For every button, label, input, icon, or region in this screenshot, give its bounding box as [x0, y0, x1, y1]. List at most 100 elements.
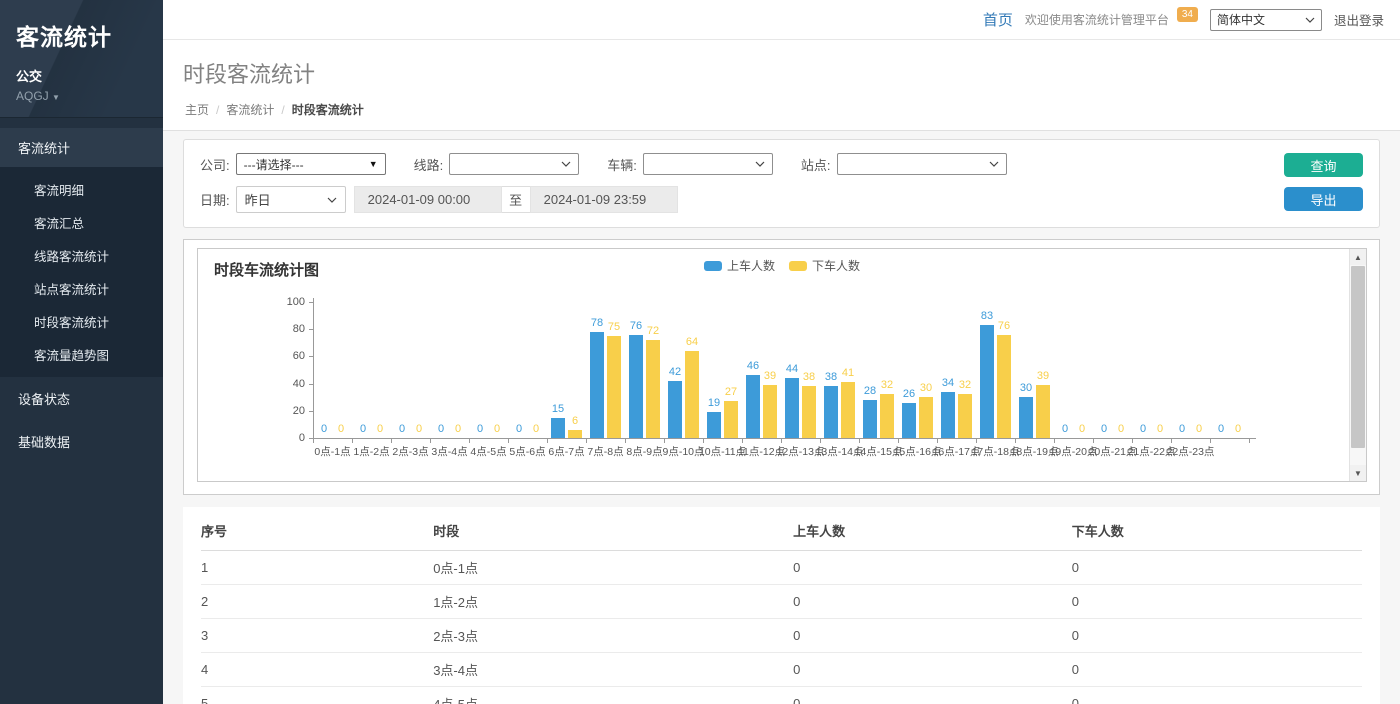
search-button[interactable]: 查询	[1284, 153, 1363, 177]
scroll-up-icon[interactable]: ▲	[1350, 249, 1366, 265]
y-axis	[313, 298, 314, 438]
bar-value-label: 15	[541, 403, 575, 415]
x-tick	[547, 439, 548, 443]
x-tick	[781, 439, 782, 443]
y-tick-label: 100	[275, 296, 305, 308]
table-cell: 0	[1072, 551, 1362, 585]
sidebar-subitem[interactable]: 时段客流统计	[0, 305, 163, 338]
table-header-row: 序号时段上车人数下车人数	[201, 509, 1362, 551]
filter-row-1: 公司: ---请选择---▼ 线路: 车辆: 站点:	[200, 153, 1363, 175]
bar-value-label: 76	[987, 320, 1021, 332]
sidebar-section-passenger-stats[interactable]: 客流统计	[0, 128, 163, 167]
sidebar-item[interactable]: 基础数据	[0, 420, 163, 463]
x-category-label: 4点-5点	[470, 444, 506, 459]
breadcrumb-link[interactable]: 客流统计	[226, 101, 274, 118]
chart-bar	[863, 400, 877, 438]
table-header-cell: 序号	[201, 509, 433, 551]
vehicle-select[interactable]	[643, 153, 773, 175]
table-row: 10点-1点00	[201, 551, 1362, 585]
legend-swatch-icon	[704, 261, 722, 271]
x-tick	[937, 439, 938, 443]
x-tick	[1171, 439, 1172, 443]
company-select[interactable]: ---请选择---▼	[236, 153, 386, 175]
table-row: 32点-3点00	[201, 619, 1362, 653]
stats-table: 序号时段上车人数下车人数 10点-1点0021点-2点0032点-3点0043点…	[201, 509, 1362, 704]
bar-value-label: 6	[558, 415, 592, 427]
table-row: 54点-5点00	[201, 687, 1362, 704]
content: 公司: ---请选择---▼ 线路: 车辆: 站点:	[163, 131, 1400, 704]
date-to-input[interactable]: 2024-01-09 23:59	[530, 186, 678, 213]
chart-bar	[785, 378, 799, 438]
chart-bar	[763, 385, 777, 438]
table-cell: 3点-4点	[433, 653, 793, 687]
x-category-label: 6点-7点	[548, 444, 584, 459]
chart-bar	[902, 403, 916, 438]
bar-value-label: 72	[636, 325, 670, 337]
org-code-dropdown[interactable]: AQGJ ▼	[16, 89, 147, 103]
table-body: 10点-1点0021点-2点0032点-3点0043点-4点0054点-5点00…	[201, 551, 1362, 704]
chart-card: 时段车流统计图 上车人数下车人数 ▲ ▼ 020406080100000点-1点…	[183, 239, 1380, 495]
x-tick	[625, 439, 626, 443]
sidebar-subitem[interactable]: 线路客流统计	[0, 239, 163, 272]
topbar: 首页 欢迎使用客流统计管理平台 34 简体中文 退出登录	[163, 0, 1400, 40]
notification-badge[interactable]: 34	[1177, 7, 1198, 22]
station-label: 站点:	[801, 155, 831, 174]
chart-vertical-scrollbar[interactable]: ▲ ▼	[1349, 249, 1366, 481]
chart-bar	[802, 386, 816, 438]
bar-value-label: 64	[675, 336, 709, 348]
filter-card: 公司: ---请选择---▼ 线路: 车辆: 站点:	[183, 139, 1380, 228]
sidebar-items: 设备状态基础数据	[0, 377, 163, 463]
y-tick	[309, 356, 313, 357]
sidebar-subitem[interactable]: 客流明细	[0, 173, 163, 206]
legend-item[interactable]: 下车人数	[789, 257, 860, 274]
table-cell: 3	[201, 619, 433, 653]
home-link[interactable]: 首页	[983, 9, 1013, 30]
export-button[interactable]: 导出	[1284, 187, 1363, 211]
org-name: 公交	[16, 66, 147, 85]
logout-link[interactable]: 退出登录	[1334, 10, 1384, 29]
chart-bar	[919, 397, 933, 438]
x-category-label: 7点-8点	[587, 444, 623, 459]
x-category-label: 3点-4点	[431, 444, 467, 459]
station-select[interactable]	[837, 153, 1007, 175]
welcome-text: 欢迎使用客流统计管理平台	[1025, 11, 1169, 28]
date-preset-select[interactable]: 昨日	[236, 186, 346, 213]
table-header-cell: 时段	[433, 509, 793, 551]
x-tick	[1054, 439, 1055, 443]
table-cell: 0	[793, 687, 1072, 704]
chart-title: 时段车流统计图	[214, 259, 319, 280]
x-tick	[1093, 439, 1094, 443]
scroll-down-icon[interactable]: ▼	[1350, 465, 1366, 481]
sidebar-subitem[interactable]: 客流量趋势图	[0, 338, 163, 371]
bar-value-label: 39	[1026, 370, 1060, 382]
x-category-label: 5点-6点	[509, 444, 545, 459]
x-tick	[976, 439, 977, 443]
table-cell: 4点-5点	[433, 687, 793, 704]
breadcrumb-link[interactable]: 主页	[185, 101, 209, 118]
date-from-input[interactable]: 2024-01-09 00:00	[354, 186, 502, 213]
line-select[interactable]	[449, 153, 579, 175]
table-cell: 0	[793, 551, 1072, 585]
y-tick	[309, 411, 313, 412]
chart-bar	[668, 381, 682, 438]
x-tick	[469, 439, 470, 443]
legend-item[interactable]: 上车人数	[704, 257, 775, 274]
legend-label: 上车人数	[727, 257, 775, 274]
x-tick	[859, 439, 860, 443]
table-row: 43点-4点00	[201, 653, 1362, 687]
chevron-down-icon	[1305, 17, 1315, 23]
sidebar-subitem[interactable]: 客流汇总	[0, 206, 163, 239]
sidebar-subitem[interactable]: 站点客流统计	[0, 272, 163, 305]
x-tick	[898, 439, 899, 443]
language-select[interactable]: 简体中文	[1210, 9, 1322, 31]
sidebar-item[interactable]: 设备状态	[0, 377, 163, 420]
x-tick	[1015, 439, 1016, 443]
table-cell: 4	[201, 653, 433, 687]
chart-bar	[958, 394, 972, 438]
table-row: 21点-2点00	[201, 585, 1362, 619]
x-tick	[352, 439, 353, 443]
line-label: 线路:	[414, 155, 444, 174]
scrollbar-thumb[interactable]	[1351, 266, 1365, 448]
chart-bar	[880, 394, 894, 438]
table-header-cell: 下车人数	[1072, 509, 1362, 551]
